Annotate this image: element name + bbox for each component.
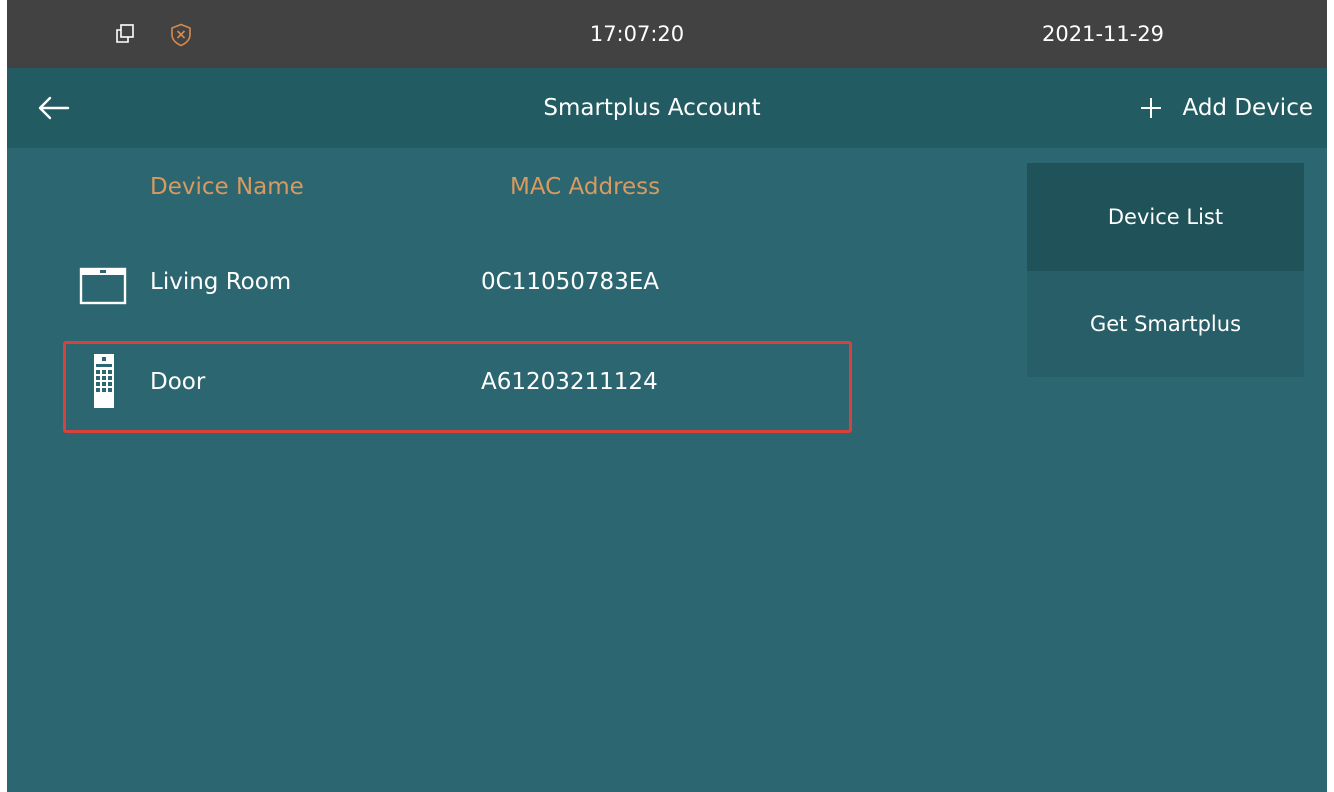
- status-time: 17:07:20: [589, 22, 685, 46]
- side-menu: Device List Get Smartplus: [1027, 163, 1304, 377]
- column-header-mac-address: MAC Address: [510, 174, 661, 200]
- shield-x-icon: [170, 23, 192, 52]
- window-restore-icon: [114, 23, 136, 50]
- back-button[interactable]: [37, 94, 71, 122]
- column-header-device-name: Device Name: [150, 174, 304, 200]
- door-phone-icon: [93, 353, 115, 413]
- device-name: Door: [150, 369, 206, 395]
- add-device-button[interactable]: Add Device: [1139, 68, 1314, 148]
- plus-icon: [1139, 96, 1163, 120]
- device-name: Living Room: [150, 269, 292, 295]
- menu-item-get-smartplus[interactable]: Get Smartplus: [1027, 270, 1304, 377]
- status-date: 2021-11-29: [1042, 22, 1165, 46]
- device-screen: 17:07:20 2021-11-29 Smartplus Account Ad…: [7, 0, 1327, 792]
- add-device-label: Add Device: [1182, 95, 1314, 121]
- mac-address: A61203211124: [481, 369, 658, 395]
- arrow-left-icon: [38, 96, 70, 120]
- mac-address: 0C11050783EA: [481, 269, 660, 295]
- indoor-monitor-icon: [79, 267, 127, 309]
- status-bar: 17:07:20 2021-11-29: [7, 0, 1327, 68]
- menu-item-device-list[interactable]: Device List: [1027, 163, 1304, 270]
- title-bar: Smartplus Account Add Device: [7, 68, 1327, 148]
- page-title: Smartplus Account: [543, 95, 761, 121]
